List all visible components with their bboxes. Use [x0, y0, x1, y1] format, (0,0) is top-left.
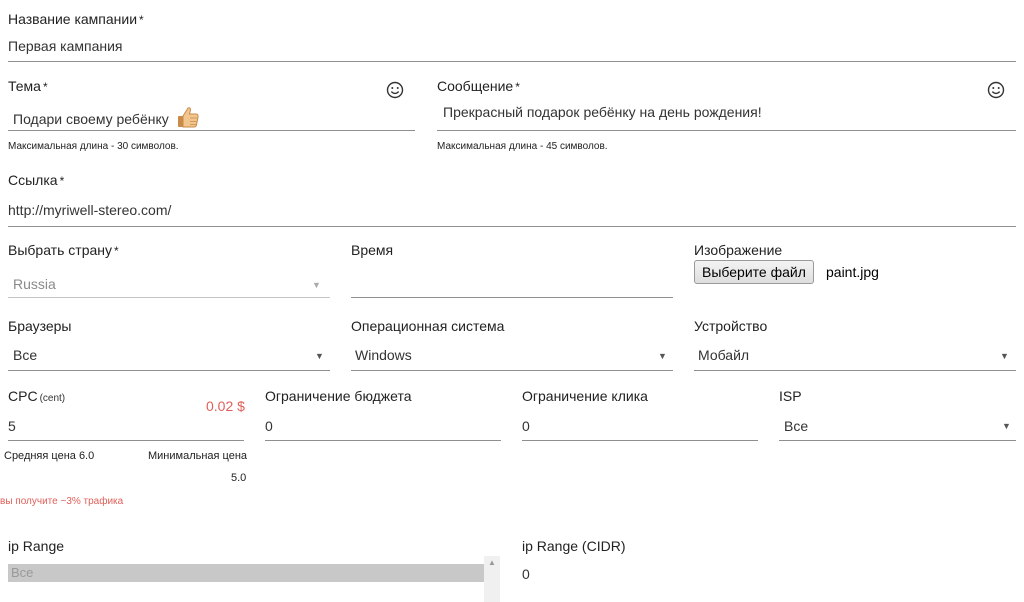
emoji-picker-icon[interactable] — [987, 81, 1005, 99]
file-name: paint.jpg — [826, 264, 879, 280]
scroll-up-icon[interactable]: ▲ — [484, 556, 500, 570]
cpc-underline — [8, 440, 244, 441]
cpc-average-price: Средняя цена 6.0 — [4, 450, 95, 462]
ip-range-label: ip Range — [8, 538, 65, 554]
chevron-down-icon[interactable]: ▼ — [315, 351, 324, 361]
image-label: Изображение — [694, 242, 783, 258]
isp-select[interactable]: Все — [784, 418, 808, 434]
message-underline — [437, 130, 1016, 131]
isp-underline — [779, 440, 1016, 441]
browsers-select[interactable]: Все — [13, 347, 37, 363]
cpc-label: CPC (cent) — [8, 388, 66, 404]
os-underline — [351, 370, 673, 371]
message-label: Сообщение * — [437, 78, 520, 94]
click-limit-underline — [522, 440, 758, 441]
campaign-name-underline — [8, 61, 1016, 62]
campaign-name-input[interactable]: Первая кампания — [8, 38, 123, 54]
campaign-name-label: Название кампании * — [8, 11, 144, 27]
traffic-estimate: вы получите ~3% трафика — [0, 496, 124, 507]
message-input[interactable]: Прекрасный подарок ребёнку на день рожде… — [443, 104, 762, 120]
budget-label: Ограничение бюджета — [265, 388, 412, 404]
message-hint: Максимальная длина - 45 символов. — [437, 141, 608, 152]
country-label: Выбрать страну * — [8, 242, 119, 258]
device-underline — [694, 370, 1016, 371]
listbox-scrollbar[interactable]: ▲ — [484, 556, 500, 602]
topic-hint: Максимальная длина - 30 символов. — [8, 141, 179, 152]
emoji-picker-icon[interactable] — [386, 81, 404, 99]
browsers-label: Браузеры — [8, 318, 72, 334]
click-limit-input[interactable]: 0 — [522, 418, 530, 434]
chevron-down-icon[interactable]: ▼ — [1002, 421, 1011, 431]
topic-input[interactable]: Подари своему ребёнку — [13, 104, 201, 130]
click-limit-label: Ограничение клика — [522, 388, 648, 404]
time-underline — [351, 297, 673, 298]
cpc-minimum-label: Минимальная цена — [148, 450, 248, 462]
ip-range-option[interactable]: Все — [8, 564, 484, 582]
country-select[interactable]: Russia — [13, 276, 56, 292]
link-underline — [8, 226, 1016, 227]
cpc-minimum-value: 5.0 — [231, 472, 247, 484]
ip-cidr-label: ip Range (CIDR) — [522, 538, 626, 554]
isp-label: ISP — [779, 388, 802, 404]
thumbs-up-icon — [177, 107, 199, 128]
ip-range-listbox[interactable]: Все ▲ — [8, 556, 500, 602]
chevron-down-icon[interactable]: ▼ — [1000, 351, 1009, 361]
time-input[interactable] — [351, 270, 673, 294]
link-input[interactable]: http://myriwell-stereo.com/ — [8, 202, 171, 218]
country-underline — [8, 297, 330, 298]
link-label: Ссылка * — [8, 172, 65, 188]
cpc-input[interactable]: 5 — [8, 418, 16, 434]
time-label: Время — [351, 242, 394, 258]
browsers-underline — [8, 370, 330, 371]
budget-input[interactable]: 0 — [265, 418, 273, 434]
ip-cidr-input[interactable]: 0 — [522, 566, 530, 582]
topic-underline — [8, 130, 415, 131]
topic-label: Тема * — [8, 78, 48, 94]
device-select[interactable]: Мобайл — [698, 347, 749, 363]
budget-underline — [265, 440, 501, 441]
chevron-down-icon[interactable]: ▼ — [658, 351, 667, 361]
os-label: Операционная система — [351, 318, 505, 334]
choose-file-button[interactable]: Выберите файл — [694, 260, 814, 284]
device-label: Устройство — [694, 318, 768, 334]
os-select[interactable]: Windows — [355, 347, 412, 363]
cpc-price: 0.02 $ — [206, 398, 245, 414]
chevron-down-icon[interactable]: ▼ — [312, 280, 321, 290]
